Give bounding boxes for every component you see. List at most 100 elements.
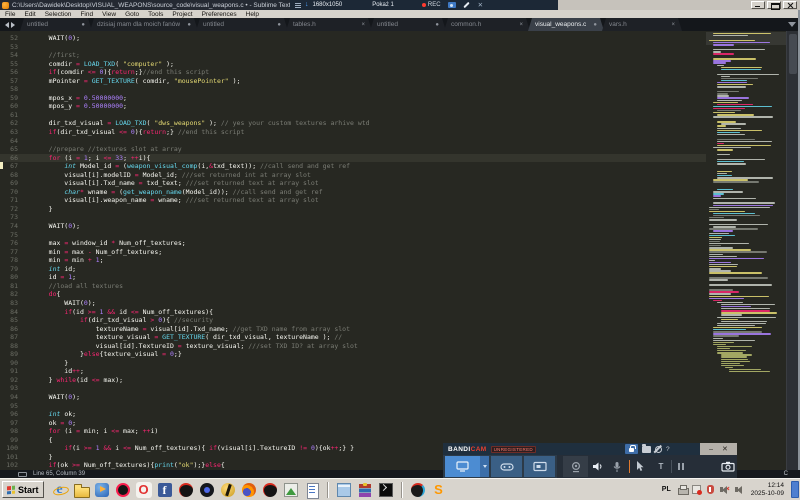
rec-indicator[interactable]: REC xyxy=(422,2,441,8)
printer-tray-icon[interactable] xyxy=(677,484,688,495)
syntax-selector[interactable]: C xyxy=(784,471,788,477)
app-tray-icon[interactable] xyxy=(691,484,702,495)
tab-close-icon[interactable]: × xyxy=(356,22,365,28)
lock-button[interactable] xyxy=(625,444,638,454)
tab-scroll-left-icon[interactable] xyxy=(5,22,9,28)
code-line: 74 WAIT(0); xyxy=(0,222,706,231)
maximize-button[interactable] xyxy=(767,1,781,9)
help-icon[interactable]: ? xyxy=(666,446,670,453)
menu-item-preferences[interactable]: Preferences xyxy=(202,11,237,18)
draw-pencil-icon[interactable] xyxy=(463,2,469,8)
shield-tray-icon[interactable] xyxy=(705,484,716,495)
minimap-line xyxy=(717,163,746,164)
snapshot-button[interactable] xyxy=(720,456,736,477)
volume-muted-tray-icon[interactable]: × xyxy=(719,484,730,495)
minimap-line xyxy=(721,314,742,315)
aimp-icon[interactable] xyxy=(178,482,194,498)
menu-item-edit[interactable]: Edit xyxy=(24,11,35,18)
menu-item-view[interactable]: View xyxy=(102,11,116,18)
minimize-button[interactable] xyxy=(751,1,765,9)
output-folder-icon[interactable] xyxy=(642,446,651,453)
tab-tables-h[interactable]: tables.h× xyxy=(286,18,372,31)
game-recording-mode-button[interactable] xyxy=(491,456,522,477)
tab-dzisiaj-mam-dla-moich-fan-w[interactable]: dzisiaj mam dla moich fanów● xyxy=(90,18,198,31)
download-arrow-icon[interactable]: ↓ xyxy=(305,2,309,8)
modified-dot-icon[interactable]: ● xyxy=(182,22,191,28)
settings-gear-icon[interactable] xyxy=(655,446,662,453)
tab-scroll-arrows[interactable] xyxy=(0,18,20,31)
start-button[interactable]: Start xyxy=(2,481,44,498)
line-number: 93 xyxy=(0,384,18,393)
overlay-close-icon[interactable]: ✕ xyxy=(478,1,483,9)
tab-visual-weapons-c[interactable]: visual_weapons.c● xyxy=(528,18,604,31)
screenshot-camera-icon[interactable] xyxy=(448,2,456,8)
unregistered-badge: UNREGISTERED xyxy=(491,446,536,453)
opera-gx-icon[interactable] xyxy=(115,482,131,498)
facebook-icon[interactable]: f xyxy=(157,482,173,498)
winrar-icon[interactable] xyxy=(357,482,373,498)
minimap[interactable] xyxy=(706,31,786,383)
show-desktop-button[interactable] xyxy=(791,481,799,498)
modified-dot-icon[interactable]: ● xyxy=(430,22,439,28)
menu-item-selection[interactable]: Selection xyxy=(45,11,72,18)
screen-recording-mode-button[interactable] xyxy=(445,456,480,477)
folder-icon[interactable] xyxy=(73,482,89,498)
webcam-overlay-button[interactable] xyxy=(563,456,588,477)
screen-mode-dropdown[interactable] xyxy=(480,456,489,477)
aimp-2-icon[interactable] xyxy=(262,482,278,498)
modified-dot-icon[interactable]: ● xyxy=(588,22,597,28)
bandicam-close-icon[interactable]: ✕ xyxy=(722,446,728,453)
tab-common-h[interactable]: common.h× xyxy=(444,18,530,31)
color-app-icon[interactable] xyxy=(410,482,426,498)
menu-item-file[interactable]: File xyxy=(5,11,15,18)
dark-app-icon[interactable] xyxy=(199,482,215,498)
winamp-icon[interactable] xyxy=(220,482,236,498)
bandicam-minimize-icon[interactable]: – xyxy=(709,446,713,453)
modified-dot-icon[interactable]: ● xyxy=(272,22,281,28)
taskbar-clock[interactable]: 12:14 2025-10-09 xyxy=(751,482,784,497)
terminal-icon[interactable] xyxy=(378,482,394,498)
tab-untitled[interactable]: untitled● xyxy=(196,18,288,31)
code-line: 96 int ok; xyxy=(0,410,706,419)
tab-untitled[interactable]: untitled● xyxy=(370,18,446,31)
tab-vars-h[interactable]: vars.h× xyxy=(602,18,682,31)
tab-untitled[interactable]: untitled● xyxy=(20,18,92,31)
notes-icon[interactable] xyxy=(304,482,320,498)
text-overlay-button[interactable]: T xyxy=(655,456,667,477)
firefox-icon[interactable] xyxy=(241,482,257,498)
menu-item-project[interactable]: Project xyxy=(172,11,192,18)
image-viewer-icon[interactable] xyxy=(283,482,299,498)
code-view[interactable]: 52 WAIT(0);5354 //first;55 comdir = LOAD… xyxy=(0,34,706,470)
tab-overflow-icon[interactable] xyxy=(788,22,796,27)
modified-dot-icon[interactable]: ● xyxy=(76,22,85,28)
bandicam-menu-icon[interactable] xyxy=(295,3,301,8)
editor-area[interactable]: 52 WAIT(0);5354 //first;55 comdir = LOAD… xyxy=(0,31,800,470)
status-panel-icon[interactable] xyxy=(18,472,27,477)
tab-scroll-right-icon[interactable] xyxy=(11,22,15,28)
window-app-icon[interactable] xyxy=(336,482,352,498)
pause-button[interactable] xyxy=(675,456,687,477)
menu-item-find[interactable]: Find xyxy=(80,11,93,18)
menu-item-goto[interactable]: Goto xyxy=(125,11,139,18)
minimap-line xyxy=(713,300,722,301)
menu-item-help[interactable]: Help xyxy=(246,11,259,18)
close-button[interactable] xyxy=(783,1,797,9)
media-player-icon[interactable] xyxy=(94,482,110,498)
microphone-button[interactable] xyxy=(609,456,624,477)
language-indicator[interactable]: PL xyxy=(662,486,671,493)
speaker-audio-button[interactable] xyxy=(590,456,605,477)
line-number: 61 xyxy=(0,111,18,120)
menu-item-tools[interactable]: Tools xyxy=(148,11,163,18)
display-select-label[interactable]: Pokaż 1 xyxy=(372,2,394,8)
scrollbar-thumb[interactable] xyxy=(789,34,797,74)
mouse-effect-button[interactable] xyxy=(633,456,648,477)
opera-icon[interactable]: O xyxy=(136,482,152,498)
internet-explorer-icon[interactable]: e xyxy=(52,482,68,498)
sublime-text-icon[interactable]: S xyxy=(431,482,447,498)
speaker-tray-icon[interactable] xyxy=(733,484,744,495)
device-recording-mode-button[interactable] xyxy=(524,456,555,477)
code-line: 53 xyxy=(0,43,706,52)
minimap-line xyxy=(717,100,742,101)
tab-close-icon[interactable]: × xyxy=(514,22,523,28)
tab-close-icon[interactable]: × xyxy=(666,22,675,28)
